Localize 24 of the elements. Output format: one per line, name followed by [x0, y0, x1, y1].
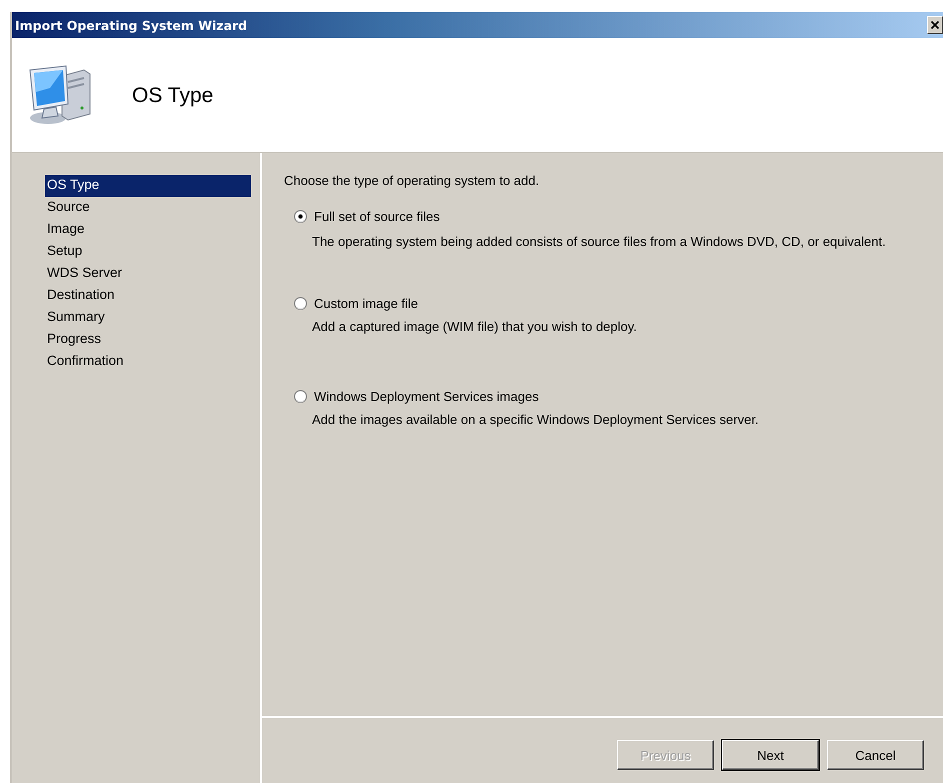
option-description: Add the images available on a specific Windows Deployment Services server. — [312, 412, 760, 427]
close-icon[interactable] — [927, 16, 943, 34]
option-description: Add a captured image (WIM file) that you wish to deploy. — [312, 319, 638, 334]
option-label[interactable]: Windows Deployment Services images — [314, 388, 539, 404]
radio-button[interactable] — [294, 390, 307, 402]
wizard-step[interactable]: Source — [45, 197, 251, 219]
wizard-step[interactable]: Image — [45, 219, 251, 241]
wizard-step[interactable]: OS Type — [45, 175, 251, 197]
next-button[interactable]: Next — [722, 740, 819, 770]
option-label[interactable]: Full set of source files — [314, 208, 440, 224]
wizard-step[interactable]: Confirmation — [45, 351, 251, 373]
radio-button[interactable] — [294, 296, 307, 310]
wizard-step[interactable]: Setup — [45, 241, 251, 263]
option-description: The operating system being added consists of source files from a Windows DVD, CD, or equivalent. — [312, 234, 887, 249]
radio-button[interactable] — [294, 210, 307, 222]
wizard-step[interactable]: WDS Server — [45, 263, 251, 285]
wizard-step[interactable]: Summary — [45, 307, 251, 329]
window-title: Import Operating System Wizard — [15, 18, 248, 32]
page-title: OS Type — [132, 84, 214, 108]
instruction-text: Choose the type of operating system to add. — [284, 173, 540, 188]
option-label[interactable]: Custom image file — [314, 296, 418, 310]
cancel-button[interactable]: Cancel — [827, 740, 924, 770]
wizard-step[interactable]: Destination — [45, 285, 251, 307]
wizard-step[interactable]: Progress — [45, 329, 251, 351]
